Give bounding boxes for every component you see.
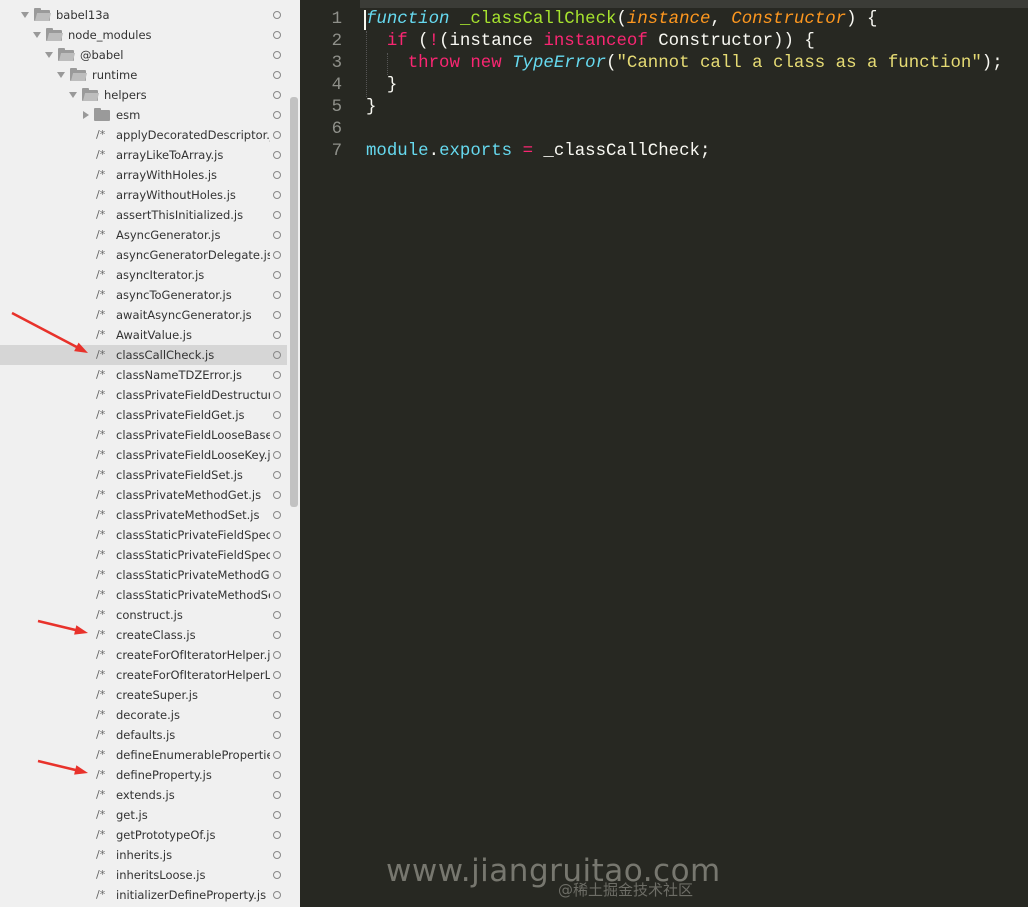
watermark-community: @稀土掘金技术社区 [558,881,694,899]
code-token: } [366,76,398,95]
code-token: "Cannot call a class as a function" [616,54,982,73]
code-token: . [428,142,440,161]
code-token: module [366,142,429,161]
code-token: instanceof [543,32,648,51]
line-number: 3 [331,54,342,73]
code-token: instance [626,10,711,29]
tab-bar [300,0,1028,8]
code-token: throw [407,54,460,73]
arrow-head-icon [74,625,88,635]
line-number: 6 [331,120,342,139]
code-token: } [366,98,377,117]
indent-guide [387,53,388,75]
code-token: Constructor [731,10,847,29]
line-number: 1 [331,10,342,29]
code-token: , [710,10,732,29]
code-token: _classCallCheck [459,10,617,29]
code-line[interactable]: function _classCallCheck(instance, Const… [366,9,877,31]
code-token: Constructor)) { [647,32,815,51]
code-line[interactable]: module.exports = _classCallCheck; [366,141,710,163]
code-token: ); [981,54,1003,73]
code-token: new [470,54,502,73]
arrow-head-icon [74,765,88,775]
line-number: 2 [331,32,342,51]
line-number: 4 [331,76,342,95]
code-editor[interactable]: 1 function _classCallCheck(instance, Cons… [300,0,1028,907]
code-line[interactable]: throw new TypeError("Cannot call a class… [366,53,1003,75]
code-token: ( [407,32,429,51]
code-token: ( [606,54,617,73]
code-line[interactable]: } [366,75,397,97]
annotation-arrows [11,311,88,775]
arrow-line [37,619,81,633]
code-token: function [366,10,450,29]
arrow-line [11,311,82,351]
code-token: exports [439,142,513,161]
arrow-line [37,759,81,773]
code-token: = [522,142,533,161]
line-number: 7 [331,142,342,161]
code-token: TypeError [512,54,607,73]
code-token: if [386,32,408,51]
code-line[interactable]: if (!(instance instanceof Constructor)) … [366,31,815,53]
indent-guide [366,31,367,97]
code-token: ! [428,32,440,51]
code-token: _classCallCheck; [533,142,711,161]
code-token: ) { [846,10,878,29]
code-token: (instance [439,32,544,51]
arrow-head-icon [74,342,88,353]
code-token: ( [616,10,627,29]
line-number: 5 [331,98,342,117]
code-line[interactable]: } [366,97,376,119]
